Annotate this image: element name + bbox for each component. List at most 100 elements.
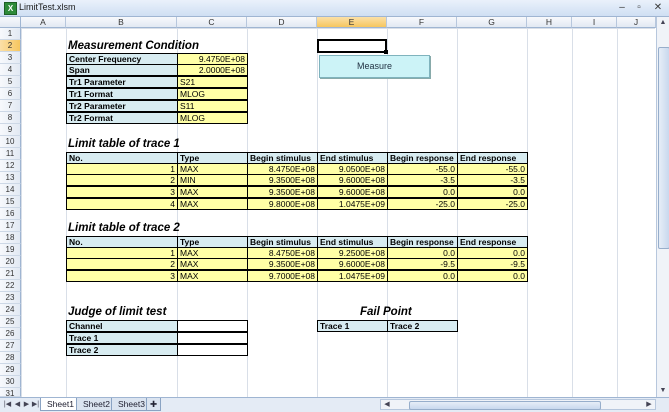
tab-sheet1[interactable]: Sheet1	[40, 398, 81, 411]
row-header-21[interactable]: 21	[0, 268, 21, 280]
vertical-scroll-thumb[interactable]	[658, 47, 669, 249]
row-header-15[interactable]: 15	[0, 196, 21, 208]
column-header-e[interactable]: E	[317, 17, 387, 28]
active-cell[interactable]	[317, 39, 387, 53]
tr2-parameter-value[interactable]: S11	[177, 100, 248, 112]
row-header-3[interactable]: 3	[0, 52, 21, 64]
row-header-12[interactable]: 12	[0, 160, 21, 172]
row-header-1[interactable]: 1	[0, 28, 21, 40]
next-sheet-icon[interactable]: ▶	[22, 399, 31, 410]
row-header-6[interactable]: 6	[0, 88, 21, 100]
trace2-begin-stimulus[interactable]: 9.3500E+08	[247, 258, 318, 270]
trace1-begin-response[interactable]: -25.0	[387, 198, 458, 210]
row-header-18[interactable]: 18	[0, 232, 21, 244]
horizontal-scrollbar[interactable]: ◀ ▶	[380, 399, 656, 410]
row-header-17[interactable]: 17	[0, 220, 21, 232]
column-header-j[interactable]: J	[617, 17, 656, 28]
trace1-begin-stimulus[interactable]: 9.3500E+08	[247, 186, 318, 198]
tr2-format-value[interactable]: MLOG	[177, 112, 248, 124]
trace1-end-stimulus[interactable]: 9.6000E+08	[317, 174, 388, 186]
trace2-end-response[interactable]: -9.5	[457, 258, 528, 270]
trace1-begin-stimulus[interactable]: 9.8000E+08	[247, 198, 318, 210]
span-value[interactable]: 2.0000E+08	[177, 64, 248, 76]
trace1-no[interactable]: 3	[66, 186, 178, 198]
judge-trace1-value[interactable]	[177, 332, 248, 344]
row-header-14[interactable]: 14	[0, 184, 21, 196]
column-header-i[interactable]: I	[572, 17, 617, 28]
trace2-begin-response[interactable]: -9.5	[387, 258, 458, 270]
trace2-no[interactable]: 3	[66, 270, 178, 282]
scroll-right-icon[interactable]: ▶	[643, 399, 655, 410]
last-sheet-icon[interactable]: ▶|	[31, 399, 40, 410]
trace1-end-response[interactable]: 0.0	[457, 186, 528, 198]
select-all-corner[interactable]	[0, 17, 21, 28]
trace1-end-stimulus[interactable]: 9.6000E+08	[317, 186, 388, 198]
column-header-g[interactable]: G	[457, 17, 527, 28]
measure-button[interactable]: Measure	[319, 55, 430, 78]
row-header-7[interactable]: 7	[0, 100, 21, 112]
row-header-27[interactable]: 27	[0, 340, 21, 352]
trace2-begin-response[interactable]: 0.0	[387, 270, 458, 282]
horizontal-scroll-thumb[interactable]	[409, 401, 601, 410]
tr1-parameter-value[interactable]: S21	[177, 76, 248, 88]
fill-handle[interactable]	[384, 50, 388, 54]
restore-button[interactable]: ▫	[631, 1, 647, 14]
column-header-a[interactable]: A	[21, 17, 66, 28]
column-header-f[interactable]: F	[387, 17, 457, 28]
row-header-13[interactable]: 13	[0, 172, 21, 184]
trace1-begin-response[interactable]: 0.0	[387, 186, 458, 198]
scroll-down-icon[interactable]: ▼	[657, 385, 669, 396]
trace1-type[interactable]: MIN	[177, 174, 248, 186]
row-header-29[interactable]: 29	[0, 364, 21, 376]
column-header-b[interactable]: B	[66, 17, 177, 28]
scroll-up-icon[interactable]: ▲	[657, 17, 669, 28]
row-header-16[interactable]: 16	[0, 208, 21, 220]
trace1-end-response[interactable]: -3.5	[457, 174, 528, 186]
row-header-5[interactable]: 5	[0, 76, 21, 88]
column-header-h[interactable]: H	[527, 17, 572, 28]
trace1-type[interactable]: MAX	[177, 186, 248, 198]
row-header-24[interactable]: 24	[0, 304, 21, 316]
row-header-4[interactable]: 4	[0, 64, 21, 76]
judge-trace2-value[interactable]	[177, 344, 248, 356]
row-header-30[interactable]: 30	[0, 376, 21, 388]
minimize-button[interactable]: –	[614, 1, 630, 14]
row-header-28[interactable]: 28	[0, 352, 21, 364]
tr1-format-value[interactable]: MLOG	[177, 88, 248, 100]
judge-channel-value[interactable]	[177, 320, 248, 332]
trace2-end-stimulus[interactable]: 9.6000E+08	[317, 258, 388, 270]
row-header-11[interactable]: 11	[0, 148, 21, 160]
trace2-begin-stimulus[interactable]: 9.7000E+08	[247, 270, 318, 282]
row-header-22[interactable]: 22	[0, 280, 21, 292]
first-sheet-icon[interactable]: |◀	[3, 399, 12, 410]
row-header-20[interactable]: 20	[0, 256, 21, 268]
row-header-2[interactable]: 2	[0, 40, 21, 52]
row-header-26[interactable]: 26	[0, 328, 21, 340]
trace1-begin-response[interactable]: -3.5	[387, 174, 458, 186]
trace2-type[interactable]: MAX	[177, 270, 248, 282]
vertical-scrollbar[interactable]: ▲ ▼	[656, 17, 669, 397]
row-header-8[interactable]: 8	[0, 112, 21, 124]
trace2-type[interactable]: MAX	[177, 258, 248, 270]
trace1-type[interactable]: MAX	[177, 198, 248, 210]
scroll-left-icon[interactable]: ◀	[381, 399, 393, 410]
row-header-23[interactable]: 23	[0, 292, 21, 304]
row-header-31[interactable]: 31	[0, 388, 21, 398]
trace2-end-stimulus[interactable]: 1.0475E+09	[317, 270, 388, 282]
row-header-19[interactable]: 19	[0, 244, 21, 256]
insert-sheet-icon[interactable]: ✚	[146, 398, 162, 411]
prev-sheet-icon[interactable]: ◀	[13, 399, 22, 410]
column-header-d[interactable]: D	[247, 17, 317, 28]
column-header-c[interactable]: C	[177, 17, 247, 28]
trace1-begin-stimulus[interactable]: 9.3500E+08	[247, 174, 318, 186]
trace1-no[interactable]: 2	[66, 174, 178, 186]
trace1-end-response[interactable]: -25.0	[457, 198, 528, 210]
row-header-25[interactable]: 25	[0, 316, 21, 328]
row-header-9[interactable]: 9	[0, 124, 21, 136]
trace1-end-stimulus[interactable]: 1.0475E+09	[317, 198, 388, 210]
trace2-end-response[interactable]: 0.0	[457, 270, 528, 282]
row-header-10[interactable]: 10	[0, 136, 21, 148]
trace1-no[interactable]: 4	[66, 198, 178, 210]
trace2-no[interactable]: 2	[66, 258, 178, 270]
close-button[interactable]: ✕	[650, 1, 666, 14]
